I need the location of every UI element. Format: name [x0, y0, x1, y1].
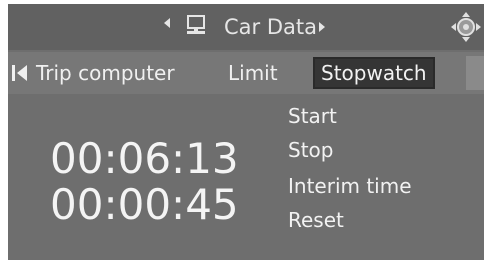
computer-icon	[184, 14, 208, 38]
chevron-left-icon[interactable]	[164, 18, 170, 28]
start-option[interactable]: Start	[288, 102, 337, 130]
controller-icon[interactable]	[449, 10, 483, 44]
scroll-left-icon[interactable]	[12, 62, 30, 84]
interim-time-option[interactable]: Interim time	[288, 172, 412, 200]
car-data-screen: Car Data Trip computer Limit Stopwatch 0…	[8, 4, 484, 260]
stopwatch-time-secondary: 00:00:45	[50, 180, 239, 229]
page-title-label: Car Data	[224, 15, 317, 39]
stop-option[interactable]: Stop	[288, 136, 333, 164]
chevron-right-icon[interactable]	[318, 22, 325, 32]
page-title: Car Data	[224, 13, 325, 41]
scroll-right-indicator	[466, 56, 484, 90]
tab-stopwatch[interactable]: Stopwatch	[313, 57, 435, 89]
reset-option[interactable]: Reset	[288, 206, 344, 234]
tab-limit[interactable]: Limit	[228, 59, 278, 87]
stopwatch-time-primary: 00:06:13	[50, 134, 239, 183]
stopwatch-panel: 00:06:13 00:00:45 Start Stop Interim tim…	[8, 96, 484, 260]
title-bar: Car Data	[8, 4, 484, 50]
tab-trip-computer[interactable]: Trip computer	[36, 59, 175, 87]
tab-bar: Trip computer Limit Stopwatch	[8, 52, 484, 94]
